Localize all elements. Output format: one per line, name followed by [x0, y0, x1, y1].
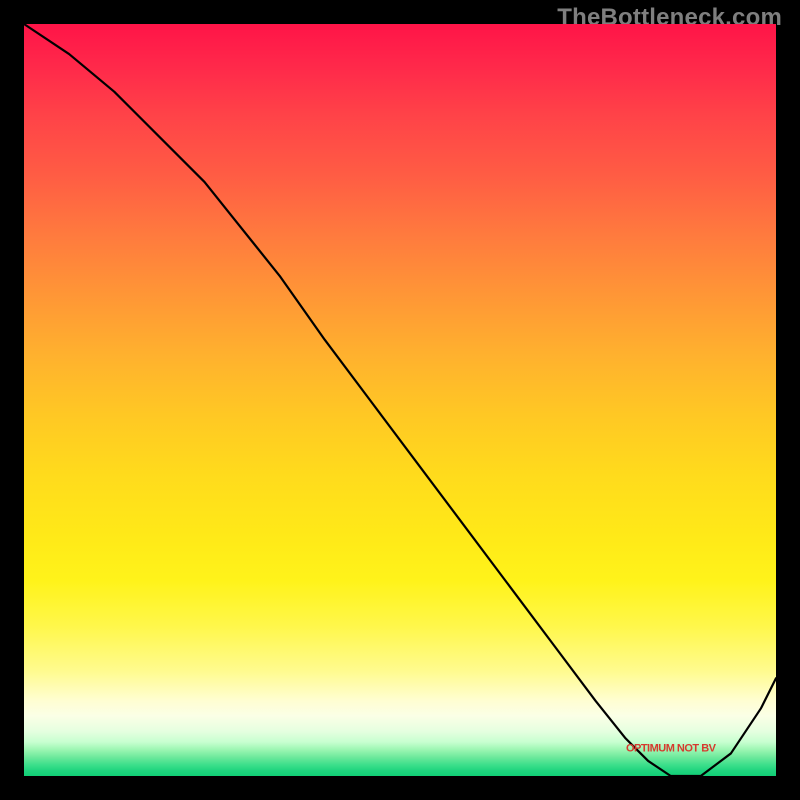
chart-container: { "watermark": "TheBottleneck.com", "min…	[0, 0, 800, 800]
curve-overlay: OPTIMUM NOT BV	[24, 24, 776, 776]
optimum-label: OPTIMUM NOT BV	[626, 742, 717, 754]
bottleneck-curve	[24, 24, 776, 776]
